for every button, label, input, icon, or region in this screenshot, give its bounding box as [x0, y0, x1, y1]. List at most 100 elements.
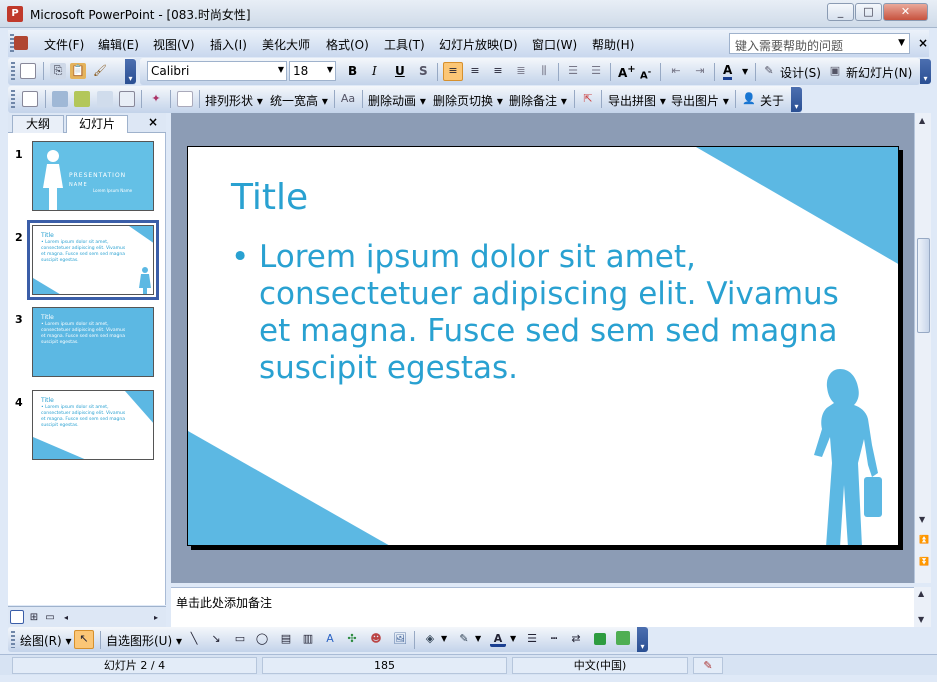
slide-thumbnail-4[interactable]: Title • Lorem ipsum dolor sit amet, cons… [32, 390, 154, 460]
justify-icon[interactable]: ≣ [513, 63, 529, 79]
font-size-select[interactable]: 18 ▼ [289, 61, 336, 81]
user-icon[interactable]: 👤 [741, 91, 757, 107]
arrange-shapes-button[interactable]: 排列形状 ▾ [205, 92, 263, 109]
line-icon[interactable]: ╲ [186, 631, 202, 647]
menu-tools[interactable]: 工具(T) [384, 36, 425, 53]
toolbar-overflow-button[interactable]: ▾ [637, 627, 648, 652]
pane-close-button[interactable]: × [148, 115, 158, 129]
font-family-select[interactable]: Calibri ▼ [147, 61, 287, 81]
numbering-icon[interactable]: ☰ [565, 63, 581, 79]
line-color-icon[interactable]: ✎ [456, 631, 472, 647]
previous-slide-icon[interactable]: ⏫ [919, 535, 929, 544]
menu-insert[interactable]: 插入(I) [210, 36, 247, 53]
tab-outline[interactable]: 大纲 [12, 115, 64, 133]
template-icon[interactable] [22, 91, 38, 107]
export-icon[interactable]: ⇱ [580, 91, 596, 107]
window-icon[interactable] [119, 91, 135, 107]
menu-help[interactable]: 帮助(H) [592, 36, 634, 53]
document-icon[interactable] [14, 36, 28, 50]
arrow-icon[interactable]: ↘ [208, 631, 224, 647]
toolbar-grip[interactable] [11, 90, 15, 108]
menu-edit[interactable]: 编辑(E) [98, 36, 139, 53]
spellcheck-icon[interactable]: ✎ [693, 657, 723, 674]
magic-wand-icon[interactable]: ✦ [148, 91, 164, 107]
dash-style-icon[interactable]: ┅ [546, 631, 562, 647]
line-color-dropdown-icon[interactable]: ▼ [475, 634, 481, 643]
menu-format[interactable]: 格式(O) [326, 36, 369, 53]
wordart-icon[interactable]: A [322, 631, 338, 647]
bullets-icon[interactable]: ☰ [588, 63, 604, 79]
align-left-icon[interactable]: ≡ [443, 62, 463, 81]
text-color-icon[interactable]: A [490, 631, 506, 647]
bold-button[interactable]: B [348, 64, 357, 78]
copy-icon[interactable]: ⎘ [50, 63, 66, 79]
minimize-button[interactable]: _ [827, 3, 854, 21]
menu-view[interactable]: 视图(V) [153, 36, 195, 53]
current-slide[interactable]: Title • Lorem ipsum dolor sit amet, cons… [187, 146, 899, 546]
autoshapes-button[interactable]: 自选图形(U) ▾ [106, 632, 182, 649]
shadow-style-icon[interactable] [594, 633, 606, 645]
scroll-up-icon[interactable]: ▲ [919, 116, 925, 125]
slide-body-text[interactable]: Lorem ipsum dolor sit amet, consectetuer… [259, 239, 859, 387]
scroll-right-icon[interactable]: ▸ [150, 610, 162, 624]
design-button[interactable]: 设计(S) [780, 64, 821, 81]
3d-style-icon[interactable] [616, 631, 630, 645]
fill-color-dropdown-icon[interactable]: ▼ [441, 634, 447, 643]
scroll-up-icon[interactable]: ▲ [918, 589, 924, 598]
normal-view-icon[interactable] [10, 610, 24, 624]
align-right-icon[interactable]: ≡ [490, 63, 506, 79]
toolbar-overflow-button[interactable]: ▾ [791, 87, 802, 112]
format-painter-icon[interactable]: 🖌 [92, 63, 108, 79]
paste-icon[interactable]: 📋 [70, 63, 86, 79]
notes-scrollbar[interactable]: ▲ ▼ [914, 587, 931, 627]
font-color-button[interactable]: A [723, 63, 733, 80]
about-button[interactable]: 关于 [760, 92, 784, 109]
unify-size-button[interactable]: 统一宽高 ▾ [270, 92, 328, 109]
font-color-dropdown-icon[interactable]: ▼ [742, 67, 748, 76]
new-slide-button[interactable]: 新幻灯片(N) [846, 64, 912, 81]
draw-menu-button[interactable]: 绘图(R) ▾ [20, 632, 72, 649]
slide-title[interactable]: Title [231, 177, 308, 218]
slide-thumbnail-1[interactable]: PRESENTATION NAME Lorem Ipsum Name [32, 141, 154, 211]
textbox-icon[interactable]: ▤ [278, 631, 294, 647]
menu-beautify[interactable]: 美化大师 [262, 36, 310, 53]
new-document-icon[interactable] [20, 63, 36, 79]
help-dropdown-icon[interactable]: ▼ [898, 38, 905, 48]
menu-window[interactable]: 窗口(W) [532, 36, 577, 53]
select-pointer-icon[interactable]: ↖ [74, 630, 94, 649]
arrow-style-icon[interactable]: ⇄ [568, 631, 584, 647]
layout-icon[interactable] [97, 91, 113, 107]
next-slide-icon[interactable]: ⏬ [919, 557, 929, 566]
slide-thumbnail-2[interactable]: Title • Lorem ipsum dolor sit amet, cons… [27, 220, 159, 300]
rectangle-icon[interactable]: ▭ [232, 631, 248, 647]
design-icon[interactable]: ✎ [761, 63, 777, 79]
picture-icon[interactable] [52, 91, 68, 107]
tab-slides[interactable]: 幻灯片 [66, 115, 128, 133]
delete-animation-button[interactable]: 删除动画 ▾ [368, 92, 426, 109]
increase-indent-icon[interactable]: ⇥ [692, 63, 708, 79]
page-icon[interactable] [177, 91, 193, 107]
fill-color-icon[interactable]: ◈ [422, 631, 438, 647]
scroll-down-icon[interactable]: ▼ [918, 615, 924, 624]
shadow-button[interactable]: S [419, 64, 428, 78]
powerpoint-app-icon[interactable]: P [7, 6, 23, 22]
scroll-down-icon[interactable]: ▼ [919, 515, 925, 524]
image-icon[interactable] [74, 91, 90, 107]
oval-icon[interactable]: ◯ [254, 631, 270, 647]
sorter-view-icon[interactable]: ⊞ [27, 610, 41, 624]
insert-picture-icon[interactable]: 🖼 [392, 631, 408, 647]
align-center-icon[interactable]: ≡ [467, 63, 483, 79]
delete-transition-button[interactable]: 删除页切换 ▾ [433, 92, 503, 109]
export-collage-button[interactable]: 导出拼图 ▾ [608, 92, 666, 109]
menu-slideshow[interactable]: 幻灯片放映(D) [439, 36, 518, 53]
increase-font-icon[interactable]: A+ [618, 64, 636, 80]
vertical-textbox-icon[interactable]: ▥ [300, 631, 316, 647]
new-slide-icon[interactable]: ▣ [827, 63, 843, 79]
toolbar-grip[interactable] [11, 631, 15, 648]
export-images-button[interactable]: 导出图片 ▾ [671, 92, 729, 109]
diagram-icon[interactable]: ✣ [344, 631, 360, 647]
italic-button[interactable]: I [372, 64, 377, 78]
scroll-left-icon[interactable]: ◂ [60, 610, 72, 624]
clipart-icon[interactable]: ☻ [368, 631, 384, 647]
maximize-button[interactable]: □ [855, 3, 882, 21]
